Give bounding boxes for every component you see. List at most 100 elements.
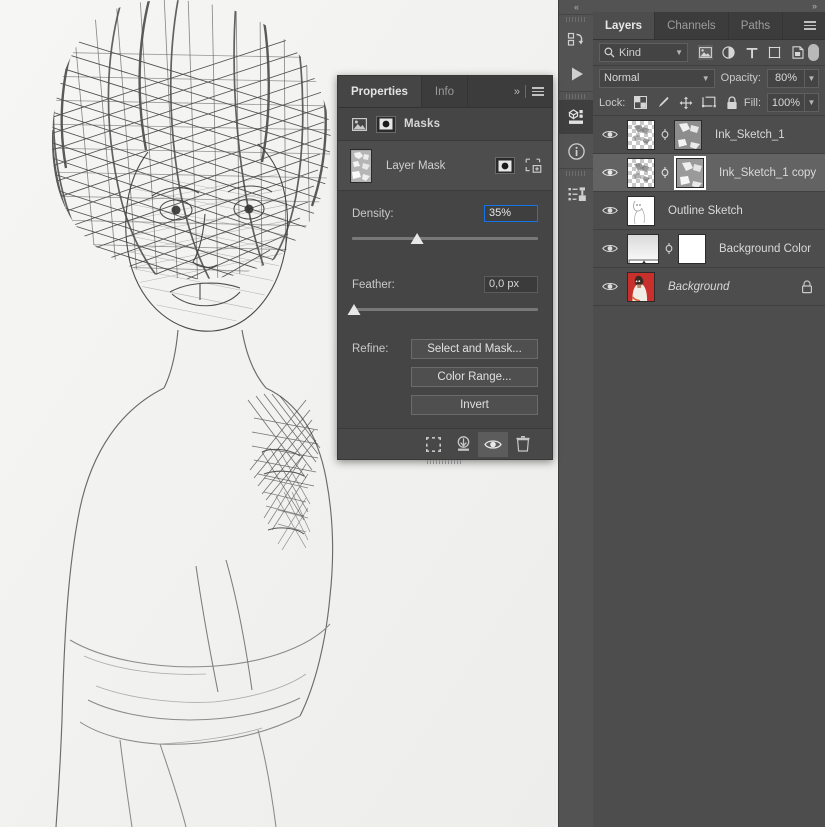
opacity-input[interactable]: 80%	[767, 68, 805, 88]
fill-input[interactable]: 100%	[767, 93, 805, 112]
properties-panel: Properties Info » Masks Layer Mask Densi…	[337, 75, 553, 464]
adjustment-filter-icon[interactable]	[721, 45, 736, 60]
layers-collapse-icon[interactable]: »	[812, 1, 817, 11]
chevron-down-icon[interactable]: ▼	[702, 74, 710, 83]
masks-section-header: Masks	[338, 108, 552, 141]
rail-collapse-button[interactable]: «	[559, 0, 593, 14]
lock-position-icon[interactable]	[679, 96, 693, 110]
tab-paths[interactable]: Paths	[729, 12, 784, 39]
feather-slider[interactable]	[347, 301, 538, 317]
layer-thumbnail[interactable]	[627, 157, 655, 188]
layer-visibility-toggle[interactable]	[593, 129, 627, 140]
mask-row-actions	[495, 157, 542, 174]
load-selection-from-mask-icon[interactable]	[418, 432, 448, 457]
layers-menu-icon[interactable]	[804, 21, 816, 30]
layer-visibility-toggle[interactable]	[593, 205, 627, 216]
density-slider-track	[352, 237, 538, 240]
table-row[interactable]: Ink_Sketch_1 copy	[593, 154, 825, 192]
layer-visibility-toggle[interactable]	[593, 281, 627, 292]
search-icon	[604, 47, 615, 58]
layer-thumbnails	[627, 233, 706, 264]
actions-play-icon[interactable]	[559, 57, 594, 91]
density-slider[interactable]	[352, 230, 538, 246]
lock-transparency-icon[interactable]	[633, 96, 647, 110]
tab-properties[interactable]: Properties	[338, 76, 422, 107]
layer-name: Background Color	[719, 242, 812, 255]
feather-slider-track	[352, 308, 538, 311]
lock-icons	[633, 95, 739, 110]
add-vector-mask-icon[interactable]	[524, 158, 542, 173]
add-pixel-mask-icon[interactable]	[495, 157, 515, 174]
lock-icon	[802, 279, 813, 293]
properties-tab-controls: »	[514, 76, 552, 107]
fill-stepper-caret[interactable]: ▼	[805, 93, 819, 112]
opacity-stepper-caret[interactable]: ▼	[805, 68, 819, 88]
tab-info[interactable]: Info	[422, 76, 469, 107]
layer-name: Outline Sketch	[668, 204, 743, 217]
table-row[interactable]: Ink_Sketch_1	[593, 116, 825, 154]
rail-group-history	[559, 14, 593, 91]
layers-tab-bar: Layers Channels Paths	[593, 12, 825, 40]
rail-grip[interactable]	[559, 168, 593, 177]
layer-visibility-toggle[interactable]	[593, 243, 627, 254]
pixel-filter-icon[interactable]	[698, 45, 713, 60]
chevron-down-icon[interactable]: ▼	[675, 48, 683, 57]
history-icon[interactable]	[559, 23, 594, 57]
delete-mask-icon[interactable]	[508, 432, 538, 457]
blend-mode-select[interactable]: Normal ▼	[599, 68, 715, 88]
table-row[interactable]: Outline Sketch	[593, 192, 825, 230]
layer-thumbnail[interactable]	[627, 119, 655, 150]
tab-layers[interactable]: Layers	[593, 12, 656, 39]
blend-mode-value: Normal	[604, 72, 640, 84]
layer-lock-indicator	[801, 279, 825, 294]
layer-thumbnail[interactable]	[627, 195, 655, 226]
lock-image-icon[interactable]	[656, 96, 670, 110]
pixel-mask-tab-icon[interactable]	[350, 117, 368, 132]
rail-grip[interactable]	[559, 14, 593, 23]
properties-footer	[338, 428, 552, 459]
layer-mask-thumbnail[interactable]	[350, 148, 372, 183]
divider	[525, 85, 526, 98]
toggle-mask-visibility-icon[interactable]	[478, 431, 508, 457]
rail-grip[interactable]	[559, 91, 593, 100]
table-row[interactable]: Background	[593, 268, 825, 306]
smartobject-filter-icon[interactable]	[790, 45, 805, 60]
type-filter-icon[interactable]	[744, 45, 759, 60]
density-input[interactable]: 35%	[484, 205, 538, 222]
layer-mask-thumbnail[interactable]	[678, 233, 706, 264]
layer-mask-link-icon[interactable]	[660, 128, 669, 141]
layer-thumbnail[interactable]	[627, 271, 655, 302]
filter-kind-select[interactable]: Kind ▼	[599, 43, 688, 62]
lock-all-icon[interactable]	[725, 95, 739, 110]
layer-thumbnail[interactable]	[627, 233, 659, 264]
apply-mask-icon[interactable]	[448, 432, 478, 457]
properties-resize-grip[interactable]	[338, 459, 552, 465]
layer-mask-row[interactable]: Layer Mask	[338, 141, 552, 191]
shape-filter-icon[interactable]	[767, 45, 782, 60]
layer-mask-thumbnail[interactable]	[674, 119, 702, 150]
select-and-mask-button[interactable]: Select and Mask...	[411, 339, 538, 359]
layer-mask-thumbnail-selected[interactable]	[676, 157, 704, 188]
layer-mask-link-icon[interactable]	[664, 242, 673, 255]
info-icon[interactable]	[559, 134, 594, 168]
properties-collapse-icon[interactable]: »	[514, 86, 520, 98]
lock-artboard-icon[interactable]	[702, 96, 717, 110]
feather-row: Feather: 0,0 px	[352, 276, 538, 293]
color-range-button[interactable]: Color Range...	[411, 367, 538, 387]
table-row[interactable]: Background Color	[593, 230, 825, 268]
vector-mask-tab-icon[interactable]	[376, 115, 396, 133]
layer-mask-link-icon[interactable]	[660, 166, 669, 179]
properties-menu-icon[interactable]	[532, 87, 544, 96]
feather-label: Feather:	[352, 278, 395, 291]
layer-name: Ink_Sketch_1	[715, 128, 785, 141]
layer-name: Background	[668, 280, 730, 293]
layers-rail-icon[interactable]	[559, 100, 594, 134]
invert-button[interactable]: Invert	[411, 395, 538, 415]
filter-type-icons	[698, 45, 805, 60]
tab-channels[interactable]: Channels	[655, 12, 729, 39]
layer-visibility-toggle[interactable]	[593, 167, 627, 178]
filter-toggle-switch[interactable]	[808, 44, 819, 61]
layers-panel-topbar: »	[593, 0, 825, 12]
clone-source-icon[interactable]	[559, 177, 594, 211]
feather-input[interactable]: 0,0 px	[484, 276, 538, 293]
